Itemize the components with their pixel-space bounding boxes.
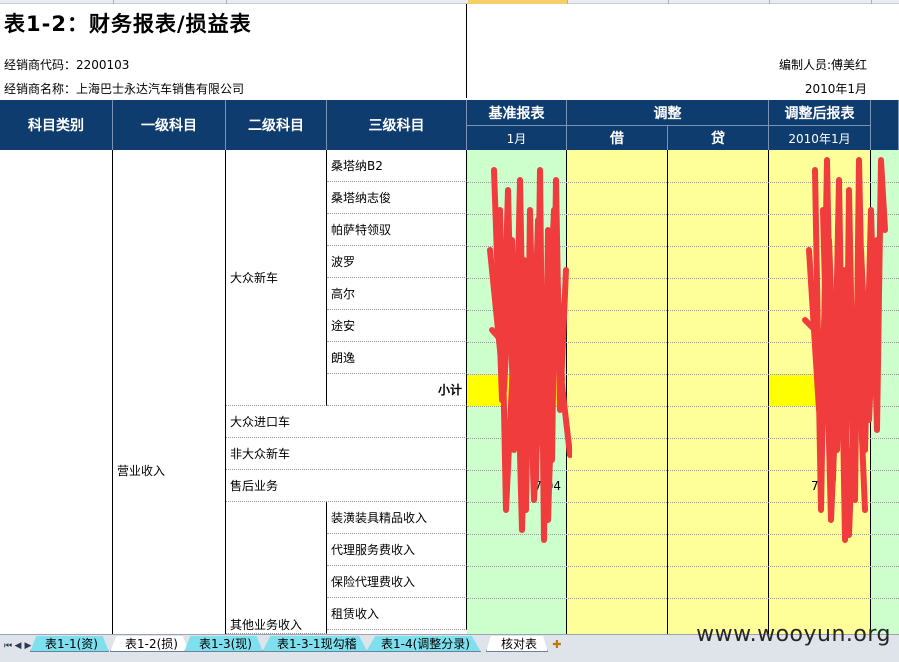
tab-sheet-1-3-1[interactable]: 表1-3-1现勾稽 [262, 636, 368, 652]
redaction-scribble [487, 167, 572, 543]
column-border [466, 4, 467, 98]
report-period: 2010年1月 [804, 82, 867, 96]
subtotal-label[interactable]: 小计 [327, 374, 467, 406]
header-debit[interactable]: 借 [567, 125, 668, 150]
credit-column[interactable] [668, 150, 769, 634]
col-divider [769, 0, 770, 4]
level2-vw-import[interactable]: 大众进口车 [226, 406, 467, 438]
header-adjust[interactable]: 调整 [567, 100, 769, 125]
tab-check-sheet[interactable]: 核对表 [486, 636, 549, 652]
selected-column-marker [468, 0, 567, 4]
column-header-strip [0, 0, 899, 4]
col-divider [871, 0, 872, 4]
level3-item[interactable]: 租赁收入 [327, 598, 467, 630]
level2-non-vw-new[interactable]: 非大众新车 [226, 438, 467, 470]
level2-other-business-label: 其他业务收入 [230, 618, 303, 632]
header-adjusted-month[interactable]: 2010年1月 [769, 125, 871, 150]
header-level2[interactable]: 二级科目 [226, 100, 327, 150]
level3-item[interactable]: 途安 [327, 310, 467, 342]
redaction-scribble [802, 157, 888, 543]
tab-sheet-1-1[interactable]: 表1-1(资) [30, 636, 109, 652]
insert-sheet-icon[interactable]: ✚ [548, 637, 566, 651]
header-level3[interactable]: 三级科目 [327, 100, 467, 150]
col-divider [567, 0, 568, 4]
tab-sheet-1-4[interactable]: 表1-4(调整分录) [366, 636, 481, 652]
col-divider [226, 0, 227, 4]
row-divider [467, 598, 899, 599]
level3-item[interactable]: 桑塔纳B2 [327, 150, 467, 182]
dealer-code: 经销商代码：2200103 [4, 58, 130, 72]
level3-item[interactable]: 装潢装具精品收入 [327, 502, 467, 534]
level3-item[interactable]: 桑塔纳志俊 [327, 182, 467, 214]
level3-item[interactable]: 波罗 [327, 246, 467, 278]
header-extra [871, 100, 899, 150]
col-divider [113, 0, 114, 4]
level2-vw-new-car-label: 大众新车 [230, 271, 279, 285]
debit-column[interactable] [567, 150, 668, 634]
header-base-report[interactable]: 基准报表 [467, 100, 567, 125]
level3-item[interactable]: 朗逸 [327, 342, 467, 374]
header-category[interactable]: 科目类别 [0, 100, 113, 150]
level3-item[interactable]: 帕萨特领驭 [327, 214, 467, 246]
watermark: www.wooyun.org [696, 622, 891, 647]
sheet-title: 表1-2：财务报表/损益表 [4, 12, 252, 36]
level2-other-business[interactable]: 其他业务收入 [226, 502, 327, 634]
header-adjusted-report[interactable]: 调整后报表 [769, 100, 871, 125]
data-grid: 营业收入 大众新车 桑塔纳B2 桑塔纳志俊 帕萨特领驭 波罗 高尔 途安 朗逸 … [0, 150, 899, 634]
header-credit[interactable]: 贷 [668, 125, 769, 150]
level3-item[interactable]: 保险代理费收入 [327, 566, 467, 598]
level2-after-sales[interactable]: 售后业务 [226, 470, 467, 502]
row-divider [467, 566, 899, 567]
editor-name: 编制人员:傅美红 [778, 58, 867, 72]
header-level1[interactable]: 一级科目 [113, 100, 226, 150]
level3-item[interactable]: 代理服务费收入 [327, 534, 467, 566]
dealer-name: 经销商名称：上海巴士永达汽车销售有限公司 [4, 82, 245, 96]
tab-sheet-1-2[interactable]: 表1-2(损) [110, 636, 189, 652]
level1-revenue-label: 营业收入 [117, 463, 166, 478]
header-base-month[interactable]: 1月 [467, 125, 567, 150]
level3-item[interactable]: 高尔 [327, 278, 467, 310]
category-cell[interactable] [0, 150, 113, 634]
col-divider [668, 0, 669, 4]
level1-revenue-cell[interactable]: 营业收入 [113, 150, 226, 634]
level2-vw-new-car[interactable]: 大众新车 [226, 150, 327, 406]
tab-sheet-1-3[interactable]: 表1-3(现) [184, 636, 263, 652]
